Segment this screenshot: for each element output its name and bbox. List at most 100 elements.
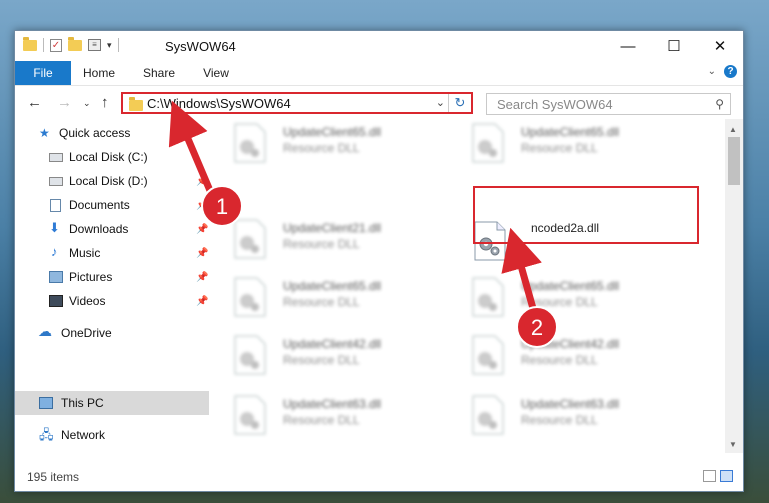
dll-file-icon [234,219,266,259]
file-name: UpdateClient21.dll [283,221,382,235]
sidebar-item-onedrive[interactable]: ☁ OneDrive [15,321,209,345]
sidebar-item-label: Pictures [69,270,113,284]
file-name: UpdateClient65.dll [521,125,620,139]
file-name: UpdateClient65.dll [283,279,382,293]
file-type: Resource DLL [283,413,360,427]
network-icon: 🖧 [39,427,54,442]
address-path[interactable]: C:\Windows\SysWOW64 [147,96,291,111]
sidebar-item-label: Downloads [69,222,129,236]
large-icons-view-icon[interactable] [720,470,733,482]
tab-home[interactable]: Home [75,61,123,85]
details-view-icon[interactable] [703,470,716,482]
ribbon-right-controls: ⌄ ? [708,65,737,78]
scroll-down-icon[interactable]: ▼ [729,440,737,449]
file-type: Resource DLL [521,295,598,309]
file-name: UpdateClient65.dll [283,125,382,139]
search-input[interactable]: Search SysWOW64 [497,97,613,112]
file-type: Resource DLL [283,353,360,367]
sidebar-item-label: Network [61,428,106,442]
help-icon[interactable]: ? [724,65,737,78]
sidebar-item-local-disk-c[interactable]: Local Disk (C:) [15,145,209,169]
scroll-up-icon[interactable]: ▲ [729,125,737,134]
maximize-button[interactable]: ☐ [651,31,697,61]
recent-locations-chevron-icon[interactable]: ⌄ [83,98,91,109]
pin-icon[interactable]: 📌 [196,272,208,283]
sidebar-item-downloads[interactable]: ⬇ Downloads 📌 [15,217,209,241]
quick-access-toolbar: ✓ ≡ ▾ [23,36,119,52]
forward-arrow-icon[interactable]: → [57,94,72,111]
sidebar-item-quick-access[interactable]: ★ Quick access [15,121,209,145]
file-item[interactable]: UpdateClient65.dll Resource DLL [447,275,647,321]
file-item[interactable]: UpdateClient63.dll Resource DLL [209,393,409,439]
file-item[interactable]: UpdateClient63.dll Resource DLL [447,393,647,439]
sidebar-item-documents[interactable]: Documents 📌 [15,193,209,217]
refresh-icon[interactable]: ↻ [448,94,471,112]
title-bar: ✓ ≡ ▾ SysWOW64 — ☐ ✕ [15,31,743,61]
videos-icon [49,295,63,307]
close-button[interactable]: ✕ [697,31,743,61]
sidebar-item-local-disk-d[interactable]: Local Disk (D:) 📌 [15,169,209,193]
file-item[interactable]: UpdateClient42.dll Resource DLL [209,333,409,379]
disk-icon [49,177,63,186]
sidebar-item-videos[interactable]: Videos 📌 [15,289,209,313]
quick-access-dropdown-icon[interactable]: ▾ [107,40,112,51]
sidebar-item-label: This PC [61,396,104,410]
pictures-icon [49,271,63,283]
toolbar-divider [117,38,119,52]
sidebar-item-music[interactable]: ♪ Music 📌 [15,241,209,265]
status-bar: 195 items [15,463,743,491]
new-folder-icon[interactable] [68,36,82,51]
ribbon-tabs: File Home Share View ⌄ ? [15,61,743,107]
file-type: Resource DLL [521,353,598,367]
sidebar-item-label: OneDrive [61,326,112,340]
file-item[interactable]: UpdateClient65.dll Resource DLL [209,275,409,321]
address-dropdown-icon[interactable]: ⌄ [436,96,445,109]
search-icon[interactable]: ⚲ [715,97,724,111]
file-name: UpdateClient63.dll [283,397,382,411]
sidebar-item-pictures[interactable]: Pictures 📌 [15,265,209,289]
dll-file-icon [234,395,266,435]
file-item[interactable]: UpdateClient65.dll Resource DLL [209,121,409,167]
view-switcher [703,470,733,482]
properties-check-icon[interactable]: ✓ [50,38,62,52]
scroll-thumb[interactable] [728,137,740,185]
pin-icon[interactable]: 📌 [196,176,208,187]
downloads-icon: ⬇ [49,220,60,235]
vertical-scrollbar[interactable]: ▲ ▼ [725,119,743,453]
documents-icon [50,199,61,212]
navigation-bar: ← → ⌄ ↑ C:\Windows\SysWOW64 ⌄ ↻ Search S… [15,85,743,120]
pin-icon[interactable]: 📌 [196,200,208,211]
sidebar-item-label: Local Disk (D:) [69,174,148,188]
address-bar[interactable]: C:\Windows\SysWOW64 ⌄ ↻ [121,92,473,114]
expand-ribbon-chevron-icon[interactable]: ⌄ [708,66,716,77]
dll-file-icon [472,395,504,435]
dll-file-icon [234,335,266,375]
file-list: UpdateClient65.dll Resource DLL UpdateCl… [209,119,725,453]
dll-file-icon [234,277,266,317]
tab-view[interactable]: View [195,61,237,85]
dll-file-icon [234,123,266,163]
tab-share[interactable]: Share [137,61,181,85]
item-count: 195 items [27,470,80,484]
dll-file-icon [472,335,504,375]
file-item[interactable]: UpdateClient42.dll Resource DLL [447,333,647,379]
pin-icon[interactable]: 📌 [196,248,208,259]
navigation-pane: ★ Quick access Local Disk (C:) Local Dis… [15,119,209,453]
file-highlight-box [473,186,699,244]
customize-icon[interactable]: ≡ [88,39,101,51]
minimize-button[interactable]: — [605,31,651,61]
folder-icon [23,36,37,51]
sidebar-item-this-pc[interactable]: This PC [15,391,209,415]
pin-icon[interactable]: 📌 [196,224,208,235]
pc-icon [39,397,53,409]
file-item[interactable]: UpdateClient21.dll Resource DLL [209,217,409,263]
file-item[interactable]: UpdateClient65.dll Resource DLL [447,121,647,167]
back-arrow-icon[interactable]: ← [27,94,42,111]
pin-icon[interactable]: 📌 [196,296,208,307]
sidebar-item-network[interactable]: 🖧 Network [15,423,209,447]
search-box[interactable]: Search SysWOW64 ⚲ [486,93,731,115]
window-title: SysWOW64 [165,39,236,54]
sidebar-item-label: Videos [69,294,106,308]
up-arrow-icon[interactable]: ↑ [101,94,109,111]
star-icon: ★ [39,126,50,140]
